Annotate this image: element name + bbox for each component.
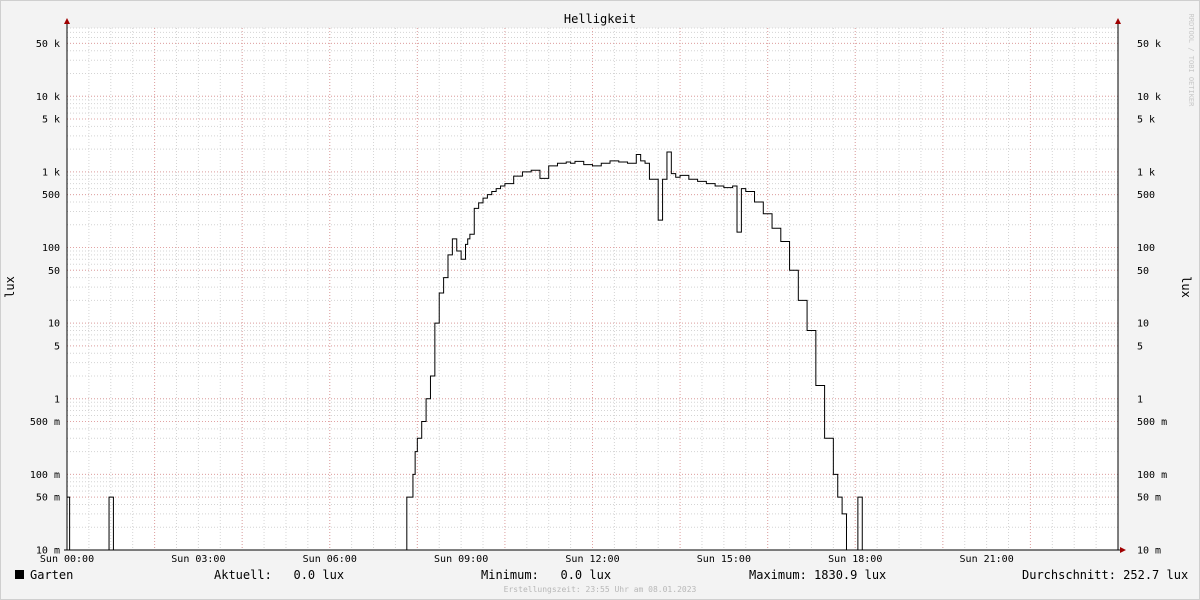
x-tick-label-4: Sun 12:00 bbox=[565, 554, 619, 565]
legend-maximum: Maximum: 1830.9 lux bbox=[749, 568, 887, 582]
y-tick-label-left-12: 10 k bbox=[36, 92, 60, 103]
legend-series-name: Garten bbox=[30, 568, 74, 582]
y-tick-label-right-12: 10 k bbox=[1137, 92, 1161, 103]
y-tick-label-left-6: 10 bbox=[48, 319, 60, 330]
x-tick-label-3: Sun 09:00 bbox=[434, 554, 488, 565]
y-tick-labels-left: 10 m50 m100 m500 m1510501005001 k5 k10 k… bbox=[30, 39, 60, 557]
creation-time-footer: Erstellungszeit: 23:55 Uhr am 08.01.2023 bbox=[503, 585, 697, 594]
y-tick-label-right-7: 50 bbox=[1137, 266, 1149, 277]
y-axis-label-right: lux bbox=[1179, 276, 1193, 298]
y-tick-label-right-5: 5 bbox=[1137, 341, 1143, 352]
y-axis-label-left: lux bbox=[3, 276, 17, 298]
x-tick-label-5: Sun 15:00 bbox=[697, 554, 751, 565]
y-axis-left-arrow bbox=[64, 18, 70, 24]
x-tick-label-1: Sun 03:00 bbox=[171, 554, 225, 565]
y-tick-label-left-9: 500 bbox=[42, 190, 60, 201]
y-tick-label-left-1: 50 m bbox=[36, 493, 60, 504]
legend-average: Durchschnitt: 252.7 lux bbox=[1022, 568, 1189, 582]
x-axis-arrow bbox=[1120, 547, 1126, 553]
y-tick-label-left-10: 1 k bbox=[42, 167, 60, 178]
y-tick-label-right-1: 50 m bbox=[1137, 493, 1161, 504]
y-tick-label-right-6: 10 bbox=[1137, 319, 1149, 330]
x-tick-label-2: Sun 06:00 bbox=[303, 554, 357, 565]
y-tick-label-left-3: 500 m bbox=[30, 417, 60, 428]
y-tick-label-left-4: 1 bbox=[54, 394, 60, 405]
y-tick-labels-right: 10 m 50 m 100 m 500 m 1 5 10 50 100 500 1 k 5 k 10 k… bbox=[1137, 39, 1167, 557]
y-axis-right-arrow bbox=[1115, 18, 1121, 24]
y-tick-label-left-13: 50 k bbox=[36, 39, 60, 50]
y-tick-label-right-10: 1 k bbox=[1137, 167, 1155, 178]
y-tick-label-left-5: 5 bbox=[54, 341, 60, 352]
y-tick-label-right-8: 100 bbox=[1137, 243, 1155, 254]
y-tick-label-right-3: 500 m bbox=[1137, 417, 1167, 428]
y-tick-label-left-8: 100 bbox=[42, 243, 60, 254]
y-tick-label-right-0: 10 m bbox=[1137, 546, 1161, 557]
y-tick-label-right-2: 100 m bbox=[1137, 470, 1167, 481]
y-tick-label-left-7: 50 bbox=[48, 266, 60, 277]
y-tick-label-left-11: 5 k bbox=[42, 115, 60, 126]
x-tick-label-7: Sun 21:00 bbox=[960, 554, 1014, 565]
legend-swatch-garten bbox=[15, 570, 24, 579]
legend-current: Aktuell: 0.0 lux bbox=[214, 568, 345, 582]
chart-title: Helligkeit bbox=[564, 12, 636, 26]
y-tick-label-left-2: 100 m bbox=[30, 470, 60, 481]
x-tick-label-6: Sun 18:00 bbox=[828, 554, 882, 565]
y-tick-label-right-13: 50 k bbox=[1137, 39, 1161, 50]
legend-minimum: Minimum: 0.0 lux bbox=[481, 568, 612, 582]
y-tick-label-right-9: 500 bbox=[1137, 190, 1155, 201]
brightness-chart: 10 m 50 m 100 m 500 m 1 5 10 50 100 500 1 k 5 k 10 k… bbox=[3, 12, 1195, 565]
rrdtool-watermark: RRDTOOL / TOBI OETIKER bbox=[1187, 14, 1195, 108]
x-tick-label-0: Sun 00:00 bbox=[40, 554, 94, 565]
y-tick-label-right-11: 5 k bbox=[1137, 115, 1155, 126]
y-tick-label-right-4: 1 bbox=[1137, 394, 1143, 405]
x-tick-labels: Sun 00:00 Sun 03:00 Sun 06:00 Sun 09:00 Sun … bbox=[40, 554, 1014, 565]
